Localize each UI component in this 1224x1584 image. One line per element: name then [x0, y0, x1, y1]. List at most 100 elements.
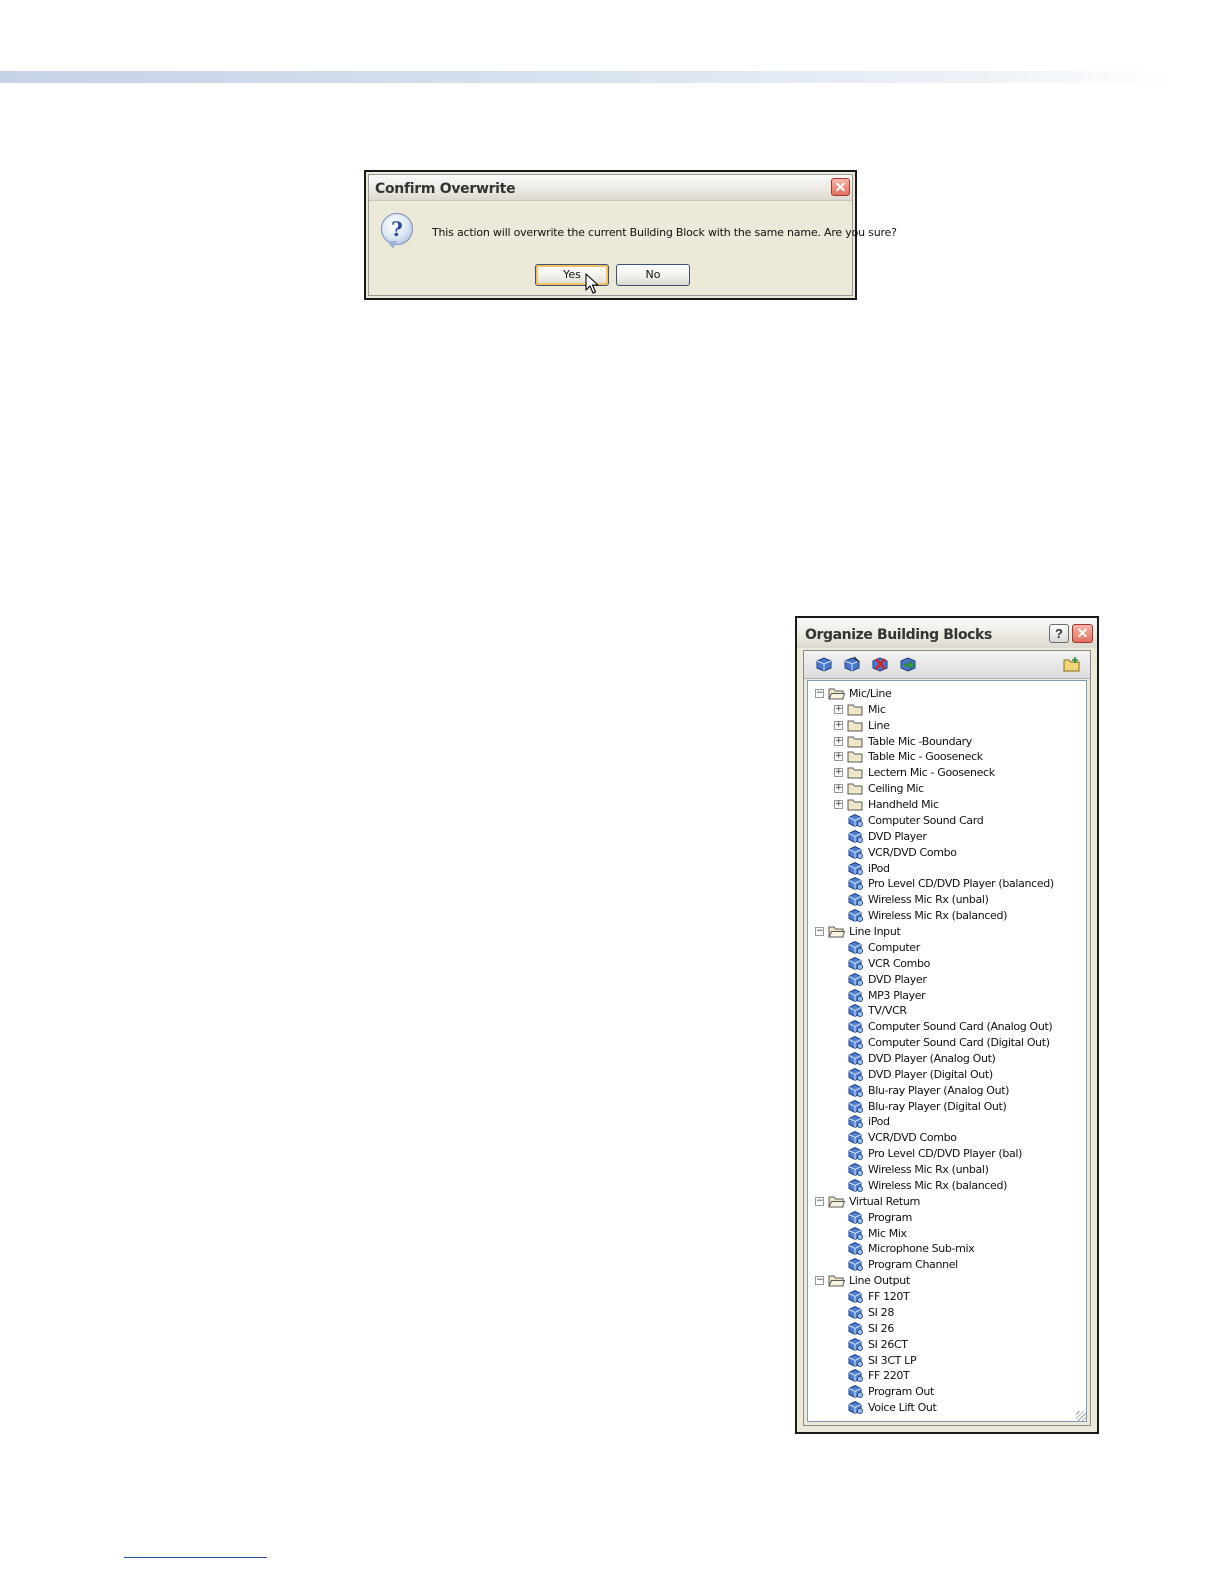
- expand-toggle-icon[interactable]: +: [834, 784, 843, 794]
- open-folder-icon: [828, 926, 845, 938]
- tree-item[interactable]: Mic Mix: [808, 1226, 1086, 1242]
- tree-item[interactable]: Wireless Mic Rx (unbal): [808, 1162, 1086, 1178]
- building-block-icon: [848, 1163, 863, 1177]
- collapse-toggle-icon[interactable]: −: [815, 927, 824, 937]
- collapse-toggle-icon[interactable]: −: [815, 689, 824, 698]
- tree-item[interactable]: Wireless Mic Rx (balanced): [808, 1178, 1086, 1194]
- tree-item[interactable]: DVD Player (Digital Out): [808, 1067, 1086, 1083]
- collapse-toggle-icon[interactable]: −: [815, 1276, 824, 1286]
- tree-item[interactable]: SI 26CT: [808, 1337, 1086, 1353]
- expand-toggle-icon[interactable]: +: [834, 752, 843, 762]
- tree-item[interactable]: FF 220T: [808, 1368, 1086, 1384]
- add-block-icon[interactable]: [815, 656, 833, 672]
- tree-item[interactable]: SI 28: [808, 1305, 1086, 1321]
- page-header-band: [0, 71, 1224, 83]
- tree-item-label: Table Mic -Boundary: [868, 734, 972, 748]
- building-block-icon: [848, 1242, 863, 1256]
- building-block-icon: [848, 1226, 863, 1240]
- tree-item[interactable]: VCR Combo: [808, 956, 1086, 972]
- tree-item[interactable]: Wireless Mic Rx (balanced): [808, 908, 1086, 924]
- tree-folder[interactable]: + Table Mic - Gooseneck: [808, 749, 1086, 765]
- expand-toggle-icon[interactable]: +: [834, 720, 843, 730]
- building-block-icon: [848, 1147, 863, 1161]
- tree-item[interactable]: SI 26: [808, 1321, 1086, 1337]
- help-button[interactable]: ?: [1049, 624, 1069, 643]
- panel-close-button[interactable]: ✕: [1072, 624, 1093, 643]
- tree-item[interactable]: Blu-ray Player (Analog Out): [808, 1083, 1086, 1099]
- tree-folder[interactable]: + Mic: [808, 702, 1086, 718]
- tree-item[interactable]: Wireless Mic Rx (unbal): [808, 892, 1086, 908]
- tree-item-label: Wireless Mic Rx (unbal): [868, 1163, 989, 1177]
- tree-folder[interactable]: + Line: [808, 718, 1086, 734]
- tree-item[interactable]: VCR/DVD Combo: [808, 845, 1086, 861]
- tree-folder[interactable]: + Handheld Mic: [808, 797, 1086, 813]
- tree-folder[interactable]: − Line Output: [808, 1273, 1086, 1289]
- expand-toggle-icon[interactable]: +: [834, 704, 843, 714]
- building-block-icon: [848, 893, 863, 907]
- tree-item[interactable]: VCR/DVD Combo: [808, 1130, 1086, 1146]
- building-block-icon: [848, 1036, 863, 1050]
- tree-item-label: Blu-ray Player (Digital Out): [868, 1099, 1007, 1113]
- tree-item[interactable]: Program Out: [808, 1384, 1086, 1400]
- panel-titlebar[interactable]: Organize Building Blocks ? ✕: [797, 618, 1097, 648]
- expand-toggle-icon[interactable]: +: [834, 768, 843, 778]
- tree-item[interactable]: Computer: [808, 940, 1086, 956]
- tree-item[interactable]: iPod: [808, 861, 1086, 877]
- tree-folder[interactable]: − Line Input: [808, 924, 1086, 940]
- question-icon: ?: [381, 213, 413, 245]
- tree-item-label: Computer Sound Card: [868, 813, 984, 827]
- tree-folder[interactable]: + Table Mic -Boundary: [808, 734, 1086, 750]
- dialog-titlebar[interactable]: Confirm Overwrite ✕: [369, 175, 852, 201]
- folder-icon: [847, 783, 863, 795]
- tree-item[interactable]: iPod: [808, 1114, 1086, 1130]
- panel-body: − Mic/Line + Mic + Line + Table Mic -Boundary + T…: [803, 650, 1091, 1426]
- tree-folder[interactable]: + Lectern Mic - Gooseneck: [808, 765, 1086, 781]
- tree-item-label: SI 28: [868, 1305, 894, 1319]
- building-block-icon: [848, 1115, 863, 1129]
- collapse-toggle-icon[interactable]: −: [815, 1196, 824, 1206]
- tree-item-label: Pro Level CD/DVD Player (bal): [868, 1147, 1023, 1161]
- no-button[interactable]: No: [616, 264, 690, 286]
- new-folder-icon[interactable]: [1063, 656, 1081, 672]
- tree-item-label: Lectern Mic - Gooseneck: [868, 766, 995, 780]
- tree-item[interactable]: Program: [808, 1210, 1086, 1226]
- tree-item[interactable]: MP3 Player: [808, 988, 1086, 1004]
- dialog-close-button[interactable]: ✕: [831, 178, 850, 196]
- tree-item-label: Pro Level CD/DVD Player (balanced): [868, 877, 1054, 891]
- expand-toggle-icon[interactable]: +: [834, 800, 843, 810]
- tree-folder[interactable]: − Virtual Return: [808, 1194, 1086, 1210]
- open-folder-icon: [828, 1196, 845, 1208]
- tree-item[interactable]: FF 120T: [808, 1289, 1086, 1305]
- tree-item[interactable]: Microphone Sub-mix: [808, 1241, 1086, 1257]
- tree-item[interactable]: Program Channel: [808, 1257, 1086, 1273]
- tree-folder[interactable]: − Mic/Line: [808, 686, 1086, 702]
- import-block-icon[interactable]: [899, 656, 917, 672]
- tree-item[interactable]: Computer Sound Card (Digital Out): [808, 1035, 1086, 1051]
- tree-folder[interactable]: + Ceiling Mic: [808, 781, 1086, 797]
- building-block-icon: [848, 1337, 863, 1351]
- tree-item[interactable]: Pro Level CD/DVD Player (balanced): [808, 876, 1086, 892]
- tree-item[interactable]: Computer Sound Card (Analog Out): [808, 1019, 1086, 1035]
- tree-item[interactable]: DVD Player (Analog Out): [808, 1051, 1086, 1067]
- tree-item-label: Mic: [868, 702, 886, 716]
- building-block-icon: [848, 1321, 863, 1335]
- tree-item[interactable]: DVD Player: [808, 829, 1086, 845]
- tree-item[interactable]: Pro Level CD/DVD Player (bal): [808, 1146, 1086, 1162]
- tree-item[interactable]: Voice Lift Out: [808, 1400, 1086, 1416]
- tree-item-label: Line: [868, 718, 890, 732]
- building-block-icon: [848, 1067, 863, 1081]
- expand-toggle-icon[interactable]: +: [834, 736, 843, 746]
- tree-item[interactable]: Computer Sound Card: [808, 813, 1086, 829]
- tree-item[interactable]: DVD Player: [808, 972, 1086, 988]
- folder-icon: [847, 704, 863, 716]
- building-block-icon: [848, 1353, 863, 1367]
- building-block-icon: [848, 1020, 863, 1034]
- tree-item[interactable]: SI 3CT LP: [808, 1353, 1086, 1369]
- tree-item[interactable]: Blu-ray Player (Digital Out): [808, 1099, 1086, 1115]
- delete-block-icon[interactable]: [871, 656, 889, 672]
- tree-item[interactable]: TV/VCR: [808, 1003, 1086, 1019]
- mouse-pointer-icon: [585, 273, 599, 294]
- tree-item-label: DVD Player: [868, 829, 927, 843]
- edit-block-icon[interactable]: [843, 656, 861, 672]
- tree-item-label: MP3 Player: [868, 988, 926, 1002]
